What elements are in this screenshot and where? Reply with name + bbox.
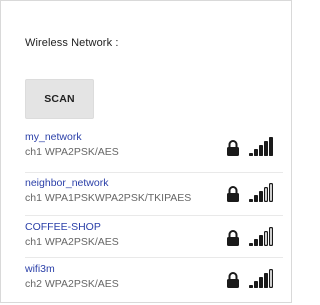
wifi-signal-icon [249,227,274,246]
divider [25,257,283,258]
network-detail: ch1 WPA2PSK/AES [25,146,119,158]
divider [25,172,283,173]
network-detail: ch1 WPA2PSK/AES [25,236,119,248]
signal-bar-filled [269,137,273,156]
signal-bar-filled [249,285,253,288]
signal-bar-filled [249,153,253,156]
wifi-signal-icon [249,137,273,156]
scan-button[interactable]: SCAN [25,79,94,119]
signal-bar-filled [259,277,263,288]
wifi-signal-icon [249,183,274,202]
signal-bar-empty [264,187,268,202]
network-detail: ch2 WPA2PSK/AES [25,278,119,290]
lock-icon [227,186,239,202]
network-name: wifi3m [25,263,55,275]
signal-bar-empty [264,231,268,246]
app-screen: Wireless Network : SCAN my_network ch1 W… [0,0,292,303]
signal-bar-filled [254,149,258,156]
signal-bar-filled [249,199,253,202]
wifi-signal-icon [249,269,274,288]
network-name: neighbor_network [25,177,109,189]
signal-bar-filled [264,141,268,156]
network-name: my_network [25,131,82,143]
signal-bar-filled [259,145,263,156]
signal-bar-filled [264,273,268,288]
network-detail: ch1 WPA1PSKWPA2PSK/TKIPAES [25,192,192,204]
divider [25,215,283,216]
signal-bar-empty [269,269,274,288]
signal-bar-empty [269,227,274,246]
lock-icon [227,140,239,156]
network-name: COFFEE-SHOP [25,221,101,233]
lock-icon [227,272,239,288]
signal-bar-filled [254,281,258,288]
signal-bar-empty [269,183,274,202]
signal-bar-filled [259,235,263,246]
signal-bar-filled [254,195,258,202]
signal-bar-filled [254,239,258,246]
network-item[interactable]: neighbor_network ch1 WPA1PSKWPA2PSK/TKIP… [25,177,283,219]
signal-bar-filled [249,243,253,246]
lock-icon [227,230,239,246]
page-title: Wireless Network : [25,37,119,49]
signal-bar-filled [259,191,263,202]
network-item[interactable]: wifi3m ch2 WPA2PSK/AES [25,263,283,305]
network-item[interactable]: my_network ch1 WPA2PSK/AES [25,131,283,173]
